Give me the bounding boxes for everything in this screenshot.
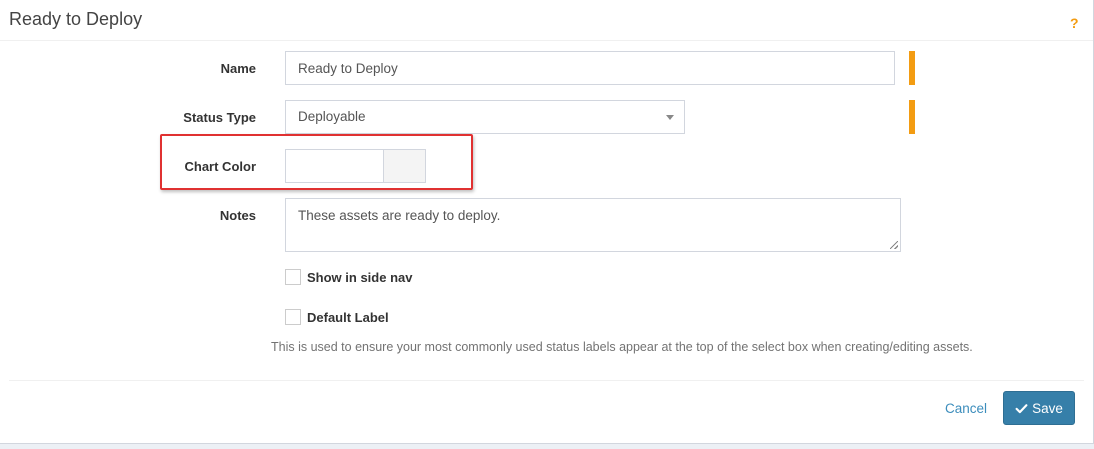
show-in-side-nav-checkbox[interactable]	[285, 269, 301, 285]
name-label: Name	[220, 61, 256, 76]
resize-handle-icon[interactable]	[890, 241, 898, 249]
default-label-checkbox[interactable]	[285, 309, 301, 325]
check-icon	[1015, 403, 1028, 413]
notes-label: Notes	[219, 208, 256, 223]
save-button-label: Save	[1032, 400, 1063, 416]
required-indicator	[909, 100, 915, 134]
notes-value: These assets are ready to deploy.	[298, 208, 501, 223]
chevron-down-icon	[666, 115, 674, 120]
cancel-button[interactable]: Cancel	[945, 401, 987, 416]
status-type-label: Status Type	[183, 110, 256, 125]
name-input[interactable]	[285, 51, 895, 85]
notes-textarea[interactable]: These assets are ready to deploy.	[285, 198, 901, 252]
page-title: Ready to Deploy	[9, 9, 143, 29]
highlight-box	[160, 134, 473, 190]
save-button[interactable]: Save	[1003, 391, 1075, 425]
panel-header: Ready to Deploy ?	[0, 0, 1093, 41]
question-icon[interactable]: ?	[1070, 15, 1079, 31]
divider	[9, 380, 1084, 381]
status-type-selected-value: Deployable	[298, 109, 366, 124]
show-in-side-nav-label[interactable]: Show in side nav	[307, 270, 412, 285]
required-indicator	[909, 51, 915, 85]
edit-status-label-panel: Ready to Deploy ? Name Status Type Deplo…	[0, 0, 1094, 444]
default-label-help-text: This is used to ensure your most commonl…	[271, 340, 973, 354]
default-label-label[interactable]: Default Label	[307, 310, 389, 325]
status-type-select[interactable]: Deployable	[285, 100, 685, 134]
